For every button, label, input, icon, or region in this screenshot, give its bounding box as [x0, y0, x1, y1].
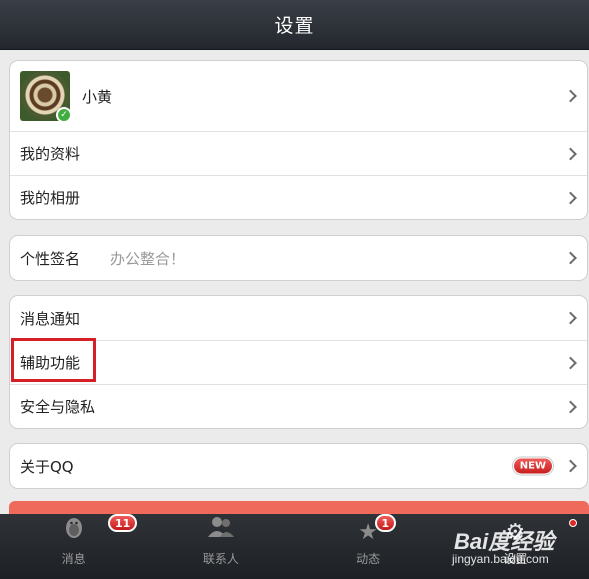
logout-button-partial[interactable]	[9, 501, 589, 515]
avatar: ✓	[20, 71, 72, 123]
profile-row[interactable]: ✓ 小黄	[10, 61, 587, 131]
chevron-right-icon	[564, 89, 577, 103]
chevron-right-icon	[564, 251, 577, 265]
gear-icon: ⚙	[505, 520, 526, 545]
tab-moments[interactable]: 1 ★ 动态	[295, 514, 442, 579]
accessibility-row[interactable]: 辅助功能	[10, 340, 587, 384]
my-info-row[interactable]: 我的资料	[10, 131, 587, 175]
bottom-tab-bar: 11 消息 联系人 1 ★ 动态 ⚙ 设置	[0, 514, 589, 579]
my-info-label: 我的资料	[20, 145, 81, 163]
settings-dot-badge	[569, 519, 577, 527]
tab-settings[interactable]: ⚙ 设置	[442, 514, 589, 579]
highlight-annotation-box	[11, 338, 96, 382]
security-privacy-label: 安全与隐私	[20, 398, 96, 416]
tab-messages[interactable]: 11 消息	[0, 514, 147, 579]
about-qq-label: 关于QQ	[20, 457, 74, 476]
tab-moments-label: 动态	[356, 552, 381, 566]
signature-group: 个性签名 办公整合！	[9, 235, 588, 281]
title-bar: 设置	[0, 0, 589, 50]
about-group: 关于QQ NEW	[9, 443, 588, 489]
verified-check-icon: ✓	[56, 107, 72, 123]
notifications-row[interactable]: 消息通知	[10, 296, 587, 340]
tab-settings-label: 设置	[503, 552, 528, 566]
chevron-right-icon	[564, 356, 577, 369]
signature-label: 个性签名	[20, 249, 81, 268]
signature-value: 办公整合！	[110, 249, 186, 268]
chevron-right-icon	[564, 311, 577, 325]
page-title: 设置	[274, 15, 315, 37]
chevron-right-icon	[564, 147, 577, 160]
security-privacy-row[interactable]: 安全与隐私	[10, 384, 587, 428]
tab-messages-label: 消息	[61, 552, 86, 566]
new-badge: NEW	[512, 457, 553, 475]
my-album-label: 我的相册	[20, 189, 81, 207]
chevron-right-icon	[564, 459, 577, 473]
signature-row[interactable]: 个性签名 办公整合！	[10, 236, 587, 280]
penguin-icon	[63, 515, 85, 545]
tab-contacts-label: 联系人	[202, 552, 239, 566]
profile-group: ✓ 小黄 我的资料 我的相册	[9, 60, 588, 220]
contacts-icon	[207, 515, 235, 545]
chevron-right-icon	[564, 191, 577, 204]
chevron-right-icon	[564, 400, 577, 413]
profile-name: 小黄	[82, 87, 113, 106]
my-album-row[interactable]: 我的相册	[10, 175, 587, 219]
moments-count-badge: 1	[374, 514, 397, 532]
about-qq-row[interactable]: 关于QQ NEW	[10, 444, 587, 488]
tab-contacts[interactable]: 联系人	[147, 514, 294, 579]
notifications-label: 消息通知	[20, 309, 81, 328]
messages-count-badge: 11	[108, 514, 138, 532]
